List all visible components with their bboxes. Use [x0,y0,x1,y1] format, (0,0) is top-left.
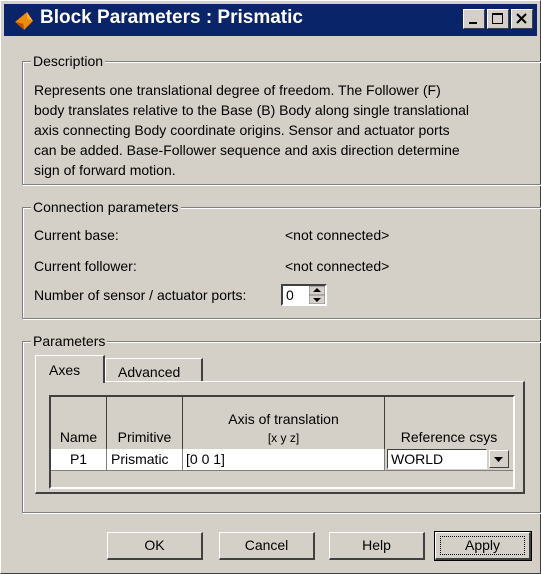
current-follower-label: Current follower: [34,258,137,274]
description-text: Represents one translational degree of f… [34,80,534,180]
tab-advanced[interactable]: Advanced [105,358,203,382]
connection-legend: Connection parameters [31,199,181,215]
tab-axes-label: Axes [49,362,81,378]
simulink-block-icon [15,12,33,30]
column-header-primitive-label: Primitive [117,429,172,445]
description-legend: Description [31,53,106,69]
ports-label: Number of sensor / actuator ports: [34,287,247,303]
description-group: Description Represents one translational… [22,53,541,185]
column-header-axis-label: Axis of translation [228,411,339,427]
maximize-icon [492,13,503,24]
cell-name[interactable]: P1 [51,449,107,471]
description-line: axis connecting Body coordinate origins.… [34,122,450,138]
description-line: Represents one translational degree of f… [34,82,441,98]
ports-spinner[interactable]: 0 [281,284,327,306]
column-header-axis-sublabel: [x y z] [267,431,300,445]
title-bar[interactable]: Block Parameters : Prismatic [4,4,537,36]
reference-csys-field[interactable]: WORLD [387,449,487,469]
close-button[interactable] [511,9,533,29]
description-line: can be added. Base-Follower sequence and… [34,142,460,158]
spinner-buttons[interactable] [308,285,326,305]
cancel-button[interactable]: Cancel [219,532,315,560]
current-base-label: Current base: [34,227,119,243]
apply-button[interactable]: Apply [434,531,532,561]
minimize-icon [469,22,477,24]
cell-axis-input[interactable]: [0 0 1] [183,449,385,471]
parameters-legend: Parameters [31,333,108,349]
reference-csys-dropdown[interactable]: WORLD [385,449,513,471]
maximize-button[interactable] [487,9,509,29]
current-follower-value: <not connected> [285,258,390,274]
close-icon [516,13,527,24]
column-header-name[interactable]: Name [51,397,107,449]
block-parameters-window: Block Parameters : Prismatic Description… [0,0,541,574]
chevron-down-icon [494,457,503,462]
ok-button[interactable]: OK [107,532,203,560]
reference-csys-value: WORLD [391,451,444,467]
column-header-name-label: Name [59,429,98,445]
column-header-reference[interactable]: Reference csys [385,397,513,449]
tab-axes[interactable]: Axes [35,355,105,383]
cell-primitive[interactable]: Prismatic [107,449,183,471]
minimize-button[interactable] [463,9,485,29]
column-header-primitive[interactable]: Primitive [107,397,183,449]
help-button[interactable]: Help [329,532,425,560]
column-header-reference-label: Reference csys [400,429,498,445]
dropdown-button[interactable] [489,450,509,468]
focus-rectangle [440,536,525,555]
axes-table: Name Primitive Axis of translation [x y … [49,395,515,489]
spinner-up-down-icon[interactable] [308,285,326,305]
column-header-axis[interactable]: Axis of translation [x y z] [183,397,385,449]
description-line: sign of forward motion. [34,162,176,178]
description-line: body translates relative to the Base (B)… [34,102,470,118]
ports-value[interactable]: 0 [286,287,294,303]
window-title: Block Parameters : Prismatic [40,7,303,28]
tab-advanced-label: Advanced [118,364,181,380]
current-base-value: <not connected> [285,227,390,243]
